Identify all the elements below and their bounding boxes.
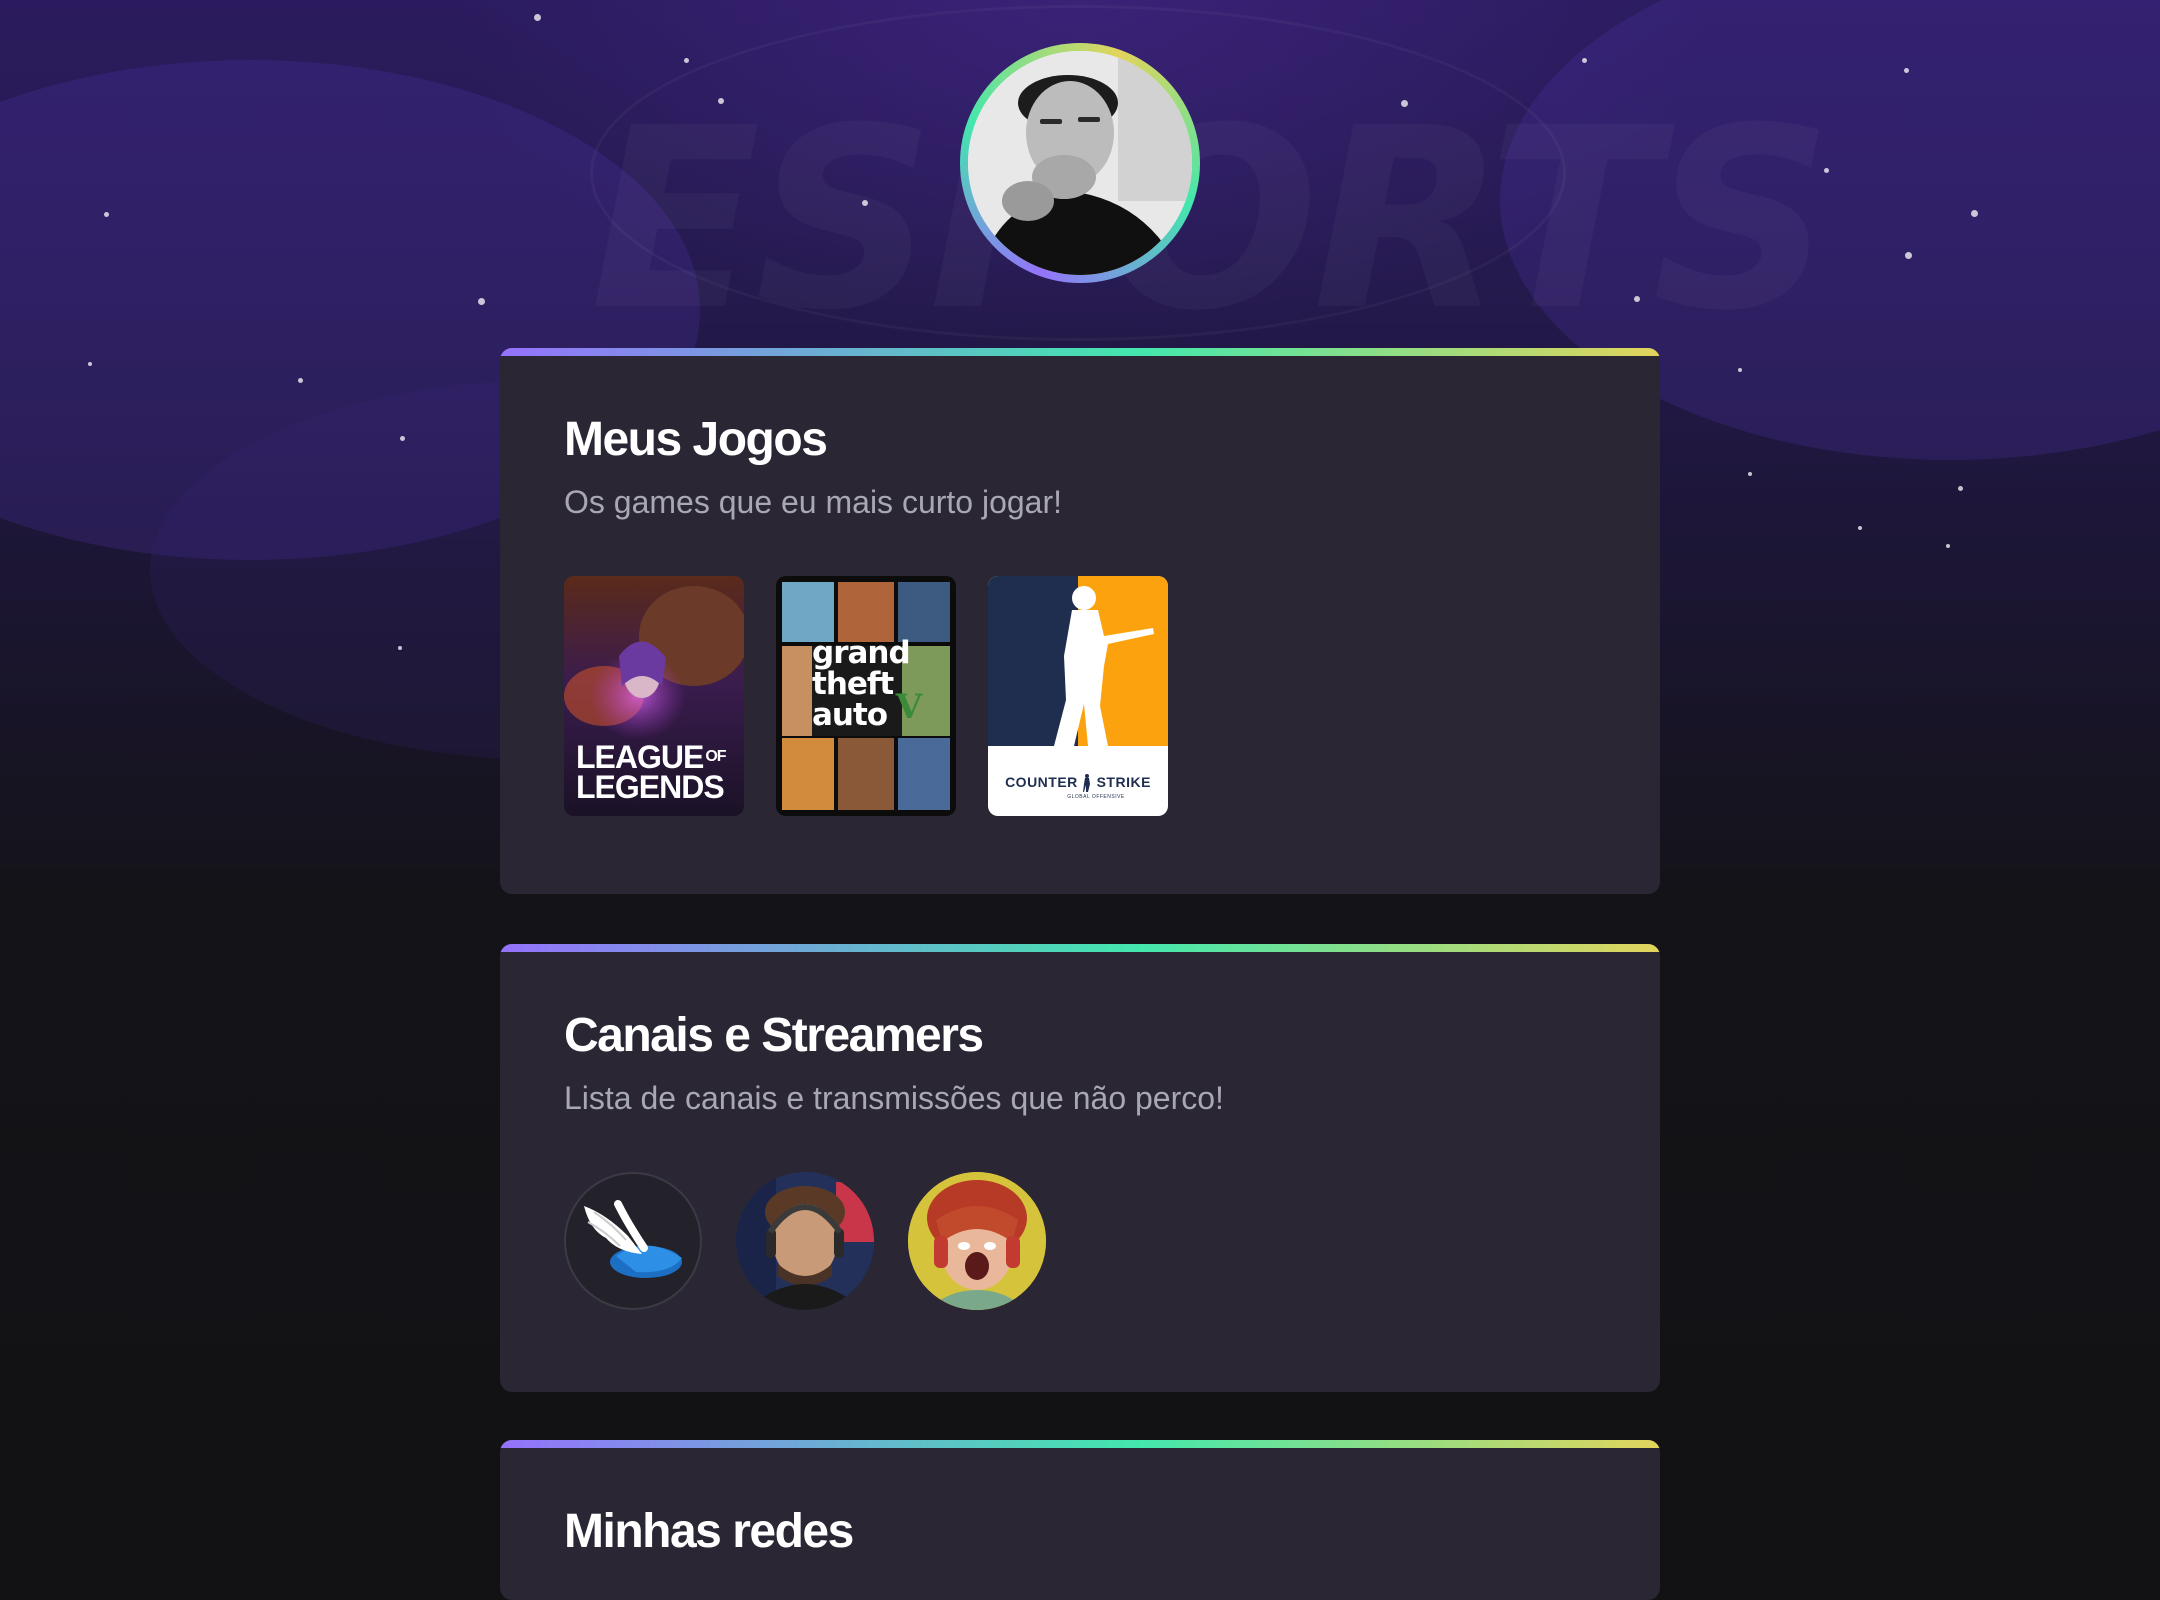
gta-v-numeral: V bbox=[895, 687, 923, 727]
streamers-subtitle: Lista de canais e transmissões que não p… bbox=[564, 1080, 1224, 1116]
counter-strike-logo: COUNTER STRIKE bbox=[988, 774, 1168, 793]
star bbox=[1958, 486, 1963, 491]
star bbox=[862, 200, 868, 206]
games-subtitle: Os games que eu mais curto jogar! bbox=[564, 484, 1063, 520]
star bbox=[398, 646, 402, 650]
streamer-with-headset-avatar bbox=[736, 1172, 874, 1310]
game-gta-v[interactable]: grand theft auto V bbox=[776, 576, 956, 816]
counter-strike-sublogo: GLOBAL OFFENSIVE bbox=[1067, 794, 1125, 800]
games-title: Meus Jogos bbox=[564, 413, 828, 466]
star bbox=[400, 436, 405, 441]
star bbox=[718, 98, 724, 104]
channel-streamer-headset[interactable] bbox=[736, 1172, 874, 1310]
streamers-card: Canais e Streamers Lista de canais e tra… bbox=[500, 944, 1660, 1392]
profile-photo bbox=[968, 51, 1192, 275]
star bbox=[1824, 168, 1829, 173]
social-title: Minhas redes bbox=[564, 1505, 854, 1558]
gta-v-cover: grand theft auto V bbox=[782, 582, 950, 810]
winged-shoe-logo bbox=[584, 1200, 682, 1278]
star bbox=[1904, 68, 1909, 73]
star bbox=[104, 212, 109, 217]
star bbox=[684, 58, 689, 63]
star bbox=[1858, 526, 1862, 530]
star bbox=[1946, 544, 1950, 548]
red-hair-cartoon-avatar bbox=[908, 1172, 1046, 1310]
games-card: Meus Jogos Os games que eu mais curto jo… bbox=[500, 348, 1660, 894]
star bbox=[478, 298, 485, 305]
star bbox=[298, 378, 303, 383]
game-counter-strike[interactable]: COUNTER STRIKE GLOBAL OFFENSIVE bbox=[988, 576, 1168, 816]
star bbox=[1748, 472, 1752, 476]
star bbox=[1401, 100, 1408, 107]
star bbox=[1971, 210, 1978, 217]
soldier-icon bbox=[1082, 774, 1092, 793]
channel-winged-shoe[interactable] bbox=[564, 1172, 702, 1310]
star bbox=[88, 362, 92, 366]
star bbox=[534, 14, 541, 21]
star bbox=[1634, 296, 1640, 302]
game-league-of-legends[interactable]: LEAGUE OF LEGENDS bbox=[564, 576, 744, 816]
channel-red-hair-cartoon[interactable] bbox=[908, 1172, 1046, 1310]
profile-avatar[interactable] bbox=[960, 43, 1200, 283]
star bbox=[1582, 58, 1587, 63]
social-card: Minhas redes bbox=[500, 1440, 1660, 1600]
star bbox=[1738, 368, 1742, 372]
star bbox=[1905, 252, 1912, 259]
league-of-legends-logo: LEAGUE OF LEGENDS bbox=[576, 739, 727, 805]
streamers-title: Canais e Streamers bbox=[564, 1009, 984, 1062]
